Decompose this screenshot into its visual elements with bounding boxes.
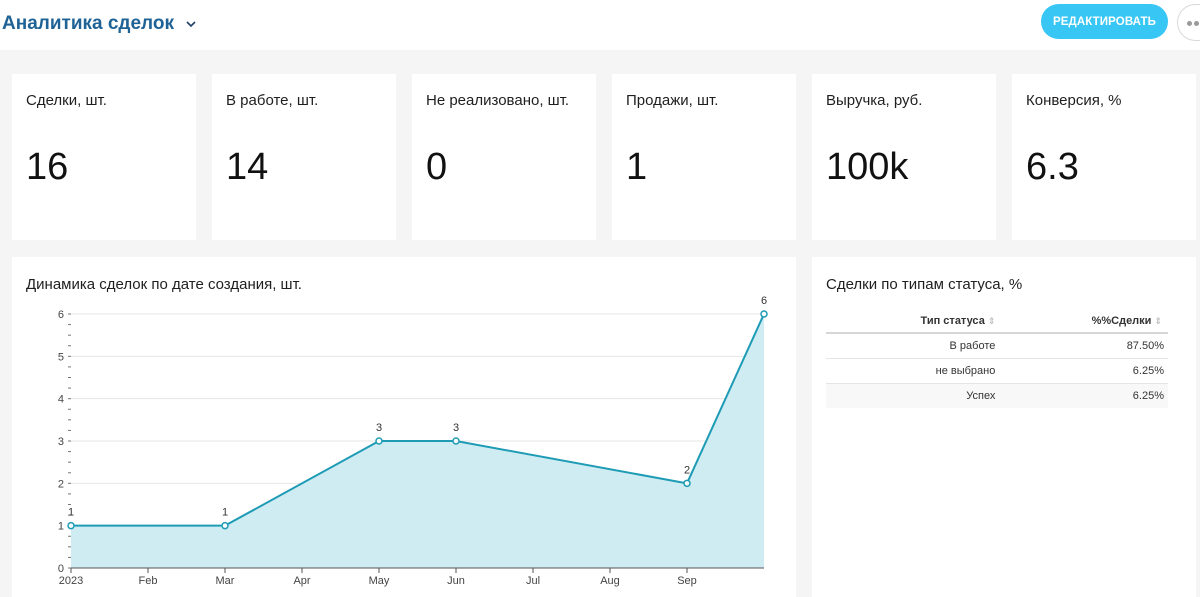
x-tick-label: 2023 [59, 575, 83, 587]
kpi-label: Конверсия, % [1026, 92, 1122, 109]
kpi-label: Сделки, шт. [26, 92, 107, 109]
kpi-card-sales: Продажи, шт. 1 [612, 74, 796, 240]
data-point [67, 521, 75, 530]
x-tick-label: May [369, 575, 390, 587]
x-tick-label: Mar [216, 575, 235, 587]
y-tick-label: 5 [58, 351, 64, 363]
data-point [452, 437, 460, 445]
status-type-cell: Успех [826, 383, 1016, 408]
kpi-value: 100k [826, 146, 909, 188]
kpi-card-conversion: Конверсия, % 6.3 [1012, 74, 1196, 240]
chevron-down-icon [186, 21, 196, 28]
kpi-value: 16 [26, 146, 69, 188]
kpi-label: Не реализовано, шт. [426, 92, 570, 109]
kpi-value: 1 [626, 146, 648, 188]
y-tick-label: 0 [58, 563, 64, 575]
more-icon [1187, 21, 1192, 26]
y-tick-label: 3 [58, 436, 64, 448]
status-type-cell: не выбрано [826, 358, 1016, 384]
more-icon-dot [1194, 21, 1199, 26]
kpi-card-deals: Сделки, шт. 16 [12, 74, 196, 240]
kpi-label: В работе, шт. [226, 92, 319, 109]
y-tick-label: 1 [58, 521, 64, 533]
y-tick-label: 4 [58, 394, 64, 406]
kpi-value: 0 [426, 146, 448, 188]
x-tick-label: Feb [139, 575, 158, 587]
data-label: 6 [761, 295, 767, 307]
edit-button[interactable]: РЕДАКТИРОВАТЬ [1041, 4, 1168, 39]
y-tick-label: 6 [58, 309, 64, 321]
column-header-label: Тип статуса [920, 314, 985, 327]
sort-icon: ⇕ [987, 315, 996, 326]
data-label: 1 [68, 507, 74, 519]
kpi-label: Продажи, шт. [626, 92, 719, 109]
data-label: 2 [684, 464, 690, 476]
dynamics-panel: Динамика сделок по дате создания, шт. 01… [12, 257, 796, 597]
table-row: В работе 87.50% [826, 333, 1168, 359]
data-point [683, 479, 691, 488]
column-header-deals-percent[interactable]: %%Сделки ⇕ [1015, 309, 1168, 334]
data-point [375, 437, 383, 445]
data-point [760, 310, 768, 318]
percent-cell: 6.25% [1015, 383, 1168, 408]
kpi-value: 14 [226, 146, 269, 188]
sort-icon: ⇕ [1154, 315, 1162, 326]
column-header-status-type[interactable]: Тип статуса ⇕ [826, 309, 1016, 334]
data-label: 3 [453, 422, 459, 434]
kpi-card-in-progress: В работе, шт. 14 [212, 74, 396, 240]
kpi-card-not-realized: Не реализовано, шт. 0 [412, 74, 596, 240]
table-row: Успех 6.25% [826, 383, 1168, 408]
status-title: Сделки по типам статуса, % [826, 276, 1023, 293]
data-label: 3 [376, 422, 382, 434]
more-options-button[interactable] [1177, 4, 1200, 41]
kpi-value: 6.3 [1026, 146, 1079, 188]
kpi-card-revenue: Выручка, руб. 100k [812, 74, 996, 240]
y-tick-label: 2 [58, 478, 64, 490]
kpi-label: Выручка, руб. [826, 92, 923, 109]
table-row: не выбрано 6.25% [826, 358, 1168, 384]
dynamics-chart: 01234562023 Feb Mar Apr May Jun Jul Aug Sep1 13 32… [58, 295, 768, 587]
top-bar: Аналитика сделок РЕДАКТИРОВАТЬ [0, 0, 1200, 50]
x-tick-label: Aug [600, 575, 620, 587]
x-tick-label: Jun [447, 575, 465, 587]
status-type-cell: В работе [826, 333, 1016, 359]
column-header-label: %%Сделки [1091, 314, 1152, 327]
page-title[interactable]: Аналитика сделок [2, 13, 198, 35]
data-point [221, 521, 229, 530]
x-tick-label: Apr [293, 575, 310, 587]
status-table: Тип статуса ⇕ %%Сделки ⇕ В работе 87.50% н… [826, 309, 1168, 408]
percent-cell: 87.50% [1015, 333, 1168, 359]
status-panel: Сделки по типам статуса, % Тип статуса ⇕ … [812, 257, 1196, 597]
data-label: 1 [222, 507, 228, 519]
page-title-text: Аналитика сделок [2, 13, 174, 34]
x-tick-label: Sep [677, 575, 697, 587]
x-tick-label: Jul [526, 575, 540, 587]
percent-cell: 6.25% [1015, 358, 1168, 384]
